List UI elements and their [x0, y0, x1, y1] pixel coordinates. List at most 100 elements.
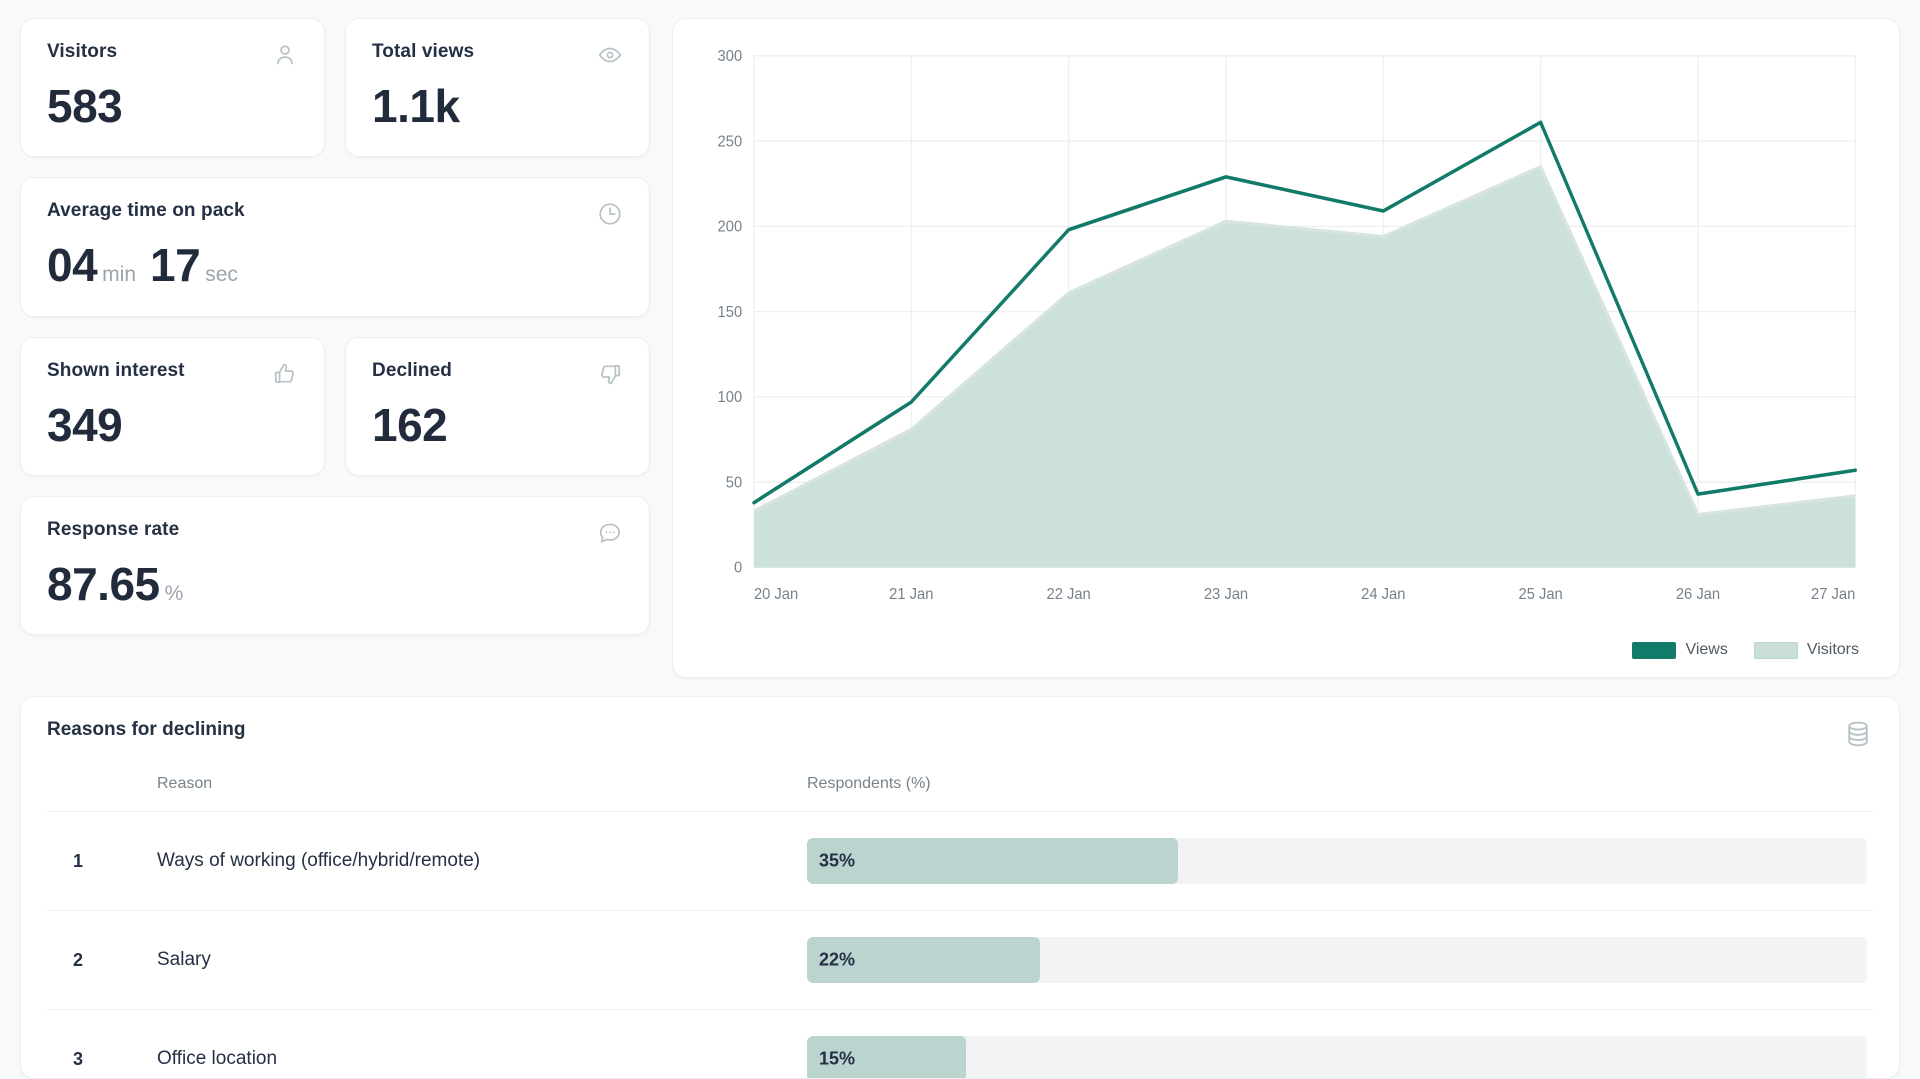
respondents-bar-label: 22% [819, 950, 855, 971]
stat-label: Total views [372, 41, 474, 64]
respondents-bar-label: 35% [819, 851, 855, 872]
stat-card-response-rate[interactable]: Response rate 87.65 % [20, 496, 650, 635]
stat-value-seconds: 17 [150, 241, 200, 289]
respondents-bar-track: 22% [807, 937, 1867, 983]
row-rank: 3 [47, 1010, 157, 1079]
stat-card-shown-interest[interactable]: Shown interest 349 [20, 337, 325, 476]
svg-text:0: 0 [734, 559, 742, 577]
stats-row-1: Visitors 583 To [20, 18, 650, 157]
legend-label-views: Views [1685, 641, 1727, 659]
svg-text:250: 250 [718, 133, 743, 151]
stat-unit-minutes: min [102, 264, 136, 286]
stat-value-number: 162 [372, 401, 447, 449]
stat-label: Visitors [47, 41, 117, 64]
legend-swatch-views [1632, 642, 1676, 659]
respondents-bar-track: 35% [807, 838, 1867, 884]
row-reason: Ways of working (office/hybrid/remote) [157, 812, 797, 911]
row-reason: Salary [157, 911, 797, 1010]
svg-text:150: 150 [718, 303, 743, 321]
stat-header: Average time on pack [47, 200, 623, 227]
table-row[interactable]: 1Ways of working (office/hybrid/remote) 3… [47, 812, 1873, 911]
legend-swatch-visitors [1754, 642, 1798, 659]
table-head: Reason Respondents (%) [47, 775, 1873, 812]
svg-text:22 Jan: 22 Jan [1047, 586, 1091, 604]
chart-plot-area[interactable]: 0 50 100 150 200 250 300 20 Jan 21 Jan 22 Jan 23 J… [693, 41, 1873, 633]
thumbs-down-icon [597, 361, 623, 387]
svg-text:300: 300 [718, 48, 743, 66]
stat-card-total-views[interactable]: Total views 1.1k [345, 18, 650, 157]
svg-text:200: 200 [718, 218, 743, 236]
stat-value: 87.65 % [47, 560, 623, 608]
stat-value-number: 87.65 [47, 560, 160, 608]
stat-value-number: 583 [47, 82, 122, 130]
respondents-bar-track: 15% [807, 1036, 1867, 1079]
stat-label: Declined [372, 360, 452, 383]
stats-column: Visitors 583 To [20, 18, 650, 635]
svg-text:24 Jan: 24 Jan [1361, 586, 1405, 604]
row-respondents: 15% [797, 1010, 1873, 1079]
stat-value-minutes: 04 [47, 241, 97, 289]
top-section: Visitors 583 To [20, 18, 1900, 678]
stat-value: 04 min 17 sec [47, 241, 623, 289]
table-body: 1Ways of working (office/hybrid/remote) 3… [47, 812, 1873, 1079]
stat-card-visitors[interactable]: Visitors 583 [20, 18, 325, 157]
legend-label-visitors: Visitors [1807, 641, 1859, 659]
stat-unit-percent: % [165, 583, 184, 605]
database-icon[interactable] [1843, 719, 1873, 749]
column-header-reason: Reason [157, 775, 797, 812]
stat-header: Response rate [47, 519, 623, 546]
table-header-row: Reasons for declining [47, 719, 1873, 749]
legend-item-views[interactable]: Views [1632, 641, 1727, 659]
svg-text:100: 100 [718, 389, 743, 407]
row-reason: Office location [157, 1010, 797, 1079]
stat-label: Average time on pack [47, 200, 245, 223]
stat-header: Total views [372, 41, 623, 68]
stat-header: Shown interest [47, 360, 298, 387]
stat-card-declined[interactable]: Declined 162 [345, 337, 650, 476]
table-title: Reasons for declining [47, 719, 245, 741]
svg-text:20 Jan: 20 Jan [754, 586, 798, 604]
reasons-for-declining-card: Reasons for declining Reason Respondents… [20, 696, 1900, 1079]
legend-item-visitors[interactable]: Visitors [1754, 641, 1859, 659]
stat-value: 1.1k [372, 82, 623, 130]
stat-unit-seconds: sec [205, 264, 238, 286]
stat-value: 583 [47, 82, 298, 130]
comment-icon [597, 520, 623, 546]
stat-label: Response rate [47, 519, 179, 542]
respondents-bar-fill [807, 838, 1178, 884]
stat-header: Declined [372, 360, 623, 387]
clock-icon [597, 201, 623, 227]
stat-card-average-time[interactable]: Average time on pack 04 min 17 sec [20, 177, 650, 316]
stat-value-number: 349 [47, 401, 122, 449]
row-respondents: 35% [797, 812, 1873, 911]
stats-row-2: Shown interest 349 [20, 337, 650, 476]
table-row[interactable]: 3Office location 15% [47, 1010, 1873, 1079]
thumbs-up-icon [272, 361, 298, 387]
dashboard-page: Visitors 583 To [0, 0, 1920, 1079]
chart-legend: Views Visitors [693, 633, 1873, 663]
svg-text:23 Jan: 23 Jan [1204, 586, 1248, 604]
stat-value: 349 [47, 401, 298, 449]
stat-label: Shown interest [47, 360, 185, 383]
stat-header: Visitors [47, 41, 298, 68]
column-header-respondents: Respondents (%) [797, 775, 1873, 812]
column-header-rank [47, 775, 157, 812]
respondents-bar-label: 15% [819, 1049, 855, 1070]
stat-value-number: 1.1k [372, 82, 460, 130]
user-icon [272, 42, 298, 68]
traffic-chart-card: 0 50 100 150 200 250 300 20 Jan 21 Jan 22 Jan 23 J… [672, 18, 1900, 678]
area-chart: 0 50 100 150 200 250 300 20 Jan 21 Jan 22 Jan 23 J… [693, 41, 1873, 633]
svg-text:27 Jan: 27 Jan [1811, 586, 1855, 604]
row-rank: 1 [47, 812, 157, 911]
stat-value: 162 [372, 401, 623, 449]
row-rank: 2 [47, 911, 157, 1010]
svg-text:26 Jan: 26 Jan [1676, 586, 1720, 604]
svg-text:21 Jan: 21 Jan [889, 586, 933, 604]
row-respondents: 22% [797, 911, 1873, 1010]
svg-text:25 Jan: 25 Jan [1519, 586, 1563, 604]
table-row[interactable]: 2Salary 22% [47, 911, 1873, 1010]
reasons-table: Reason Respondents (%) 1Ways of working … [47, 775, 1873, 1079]
eye-icon [597, 42, 623, 68]
svg-text:50: 50 [726, 474, 742, 492]
table-header-labels: Reason Respondents (%) [47, 775, 1873, 812]
